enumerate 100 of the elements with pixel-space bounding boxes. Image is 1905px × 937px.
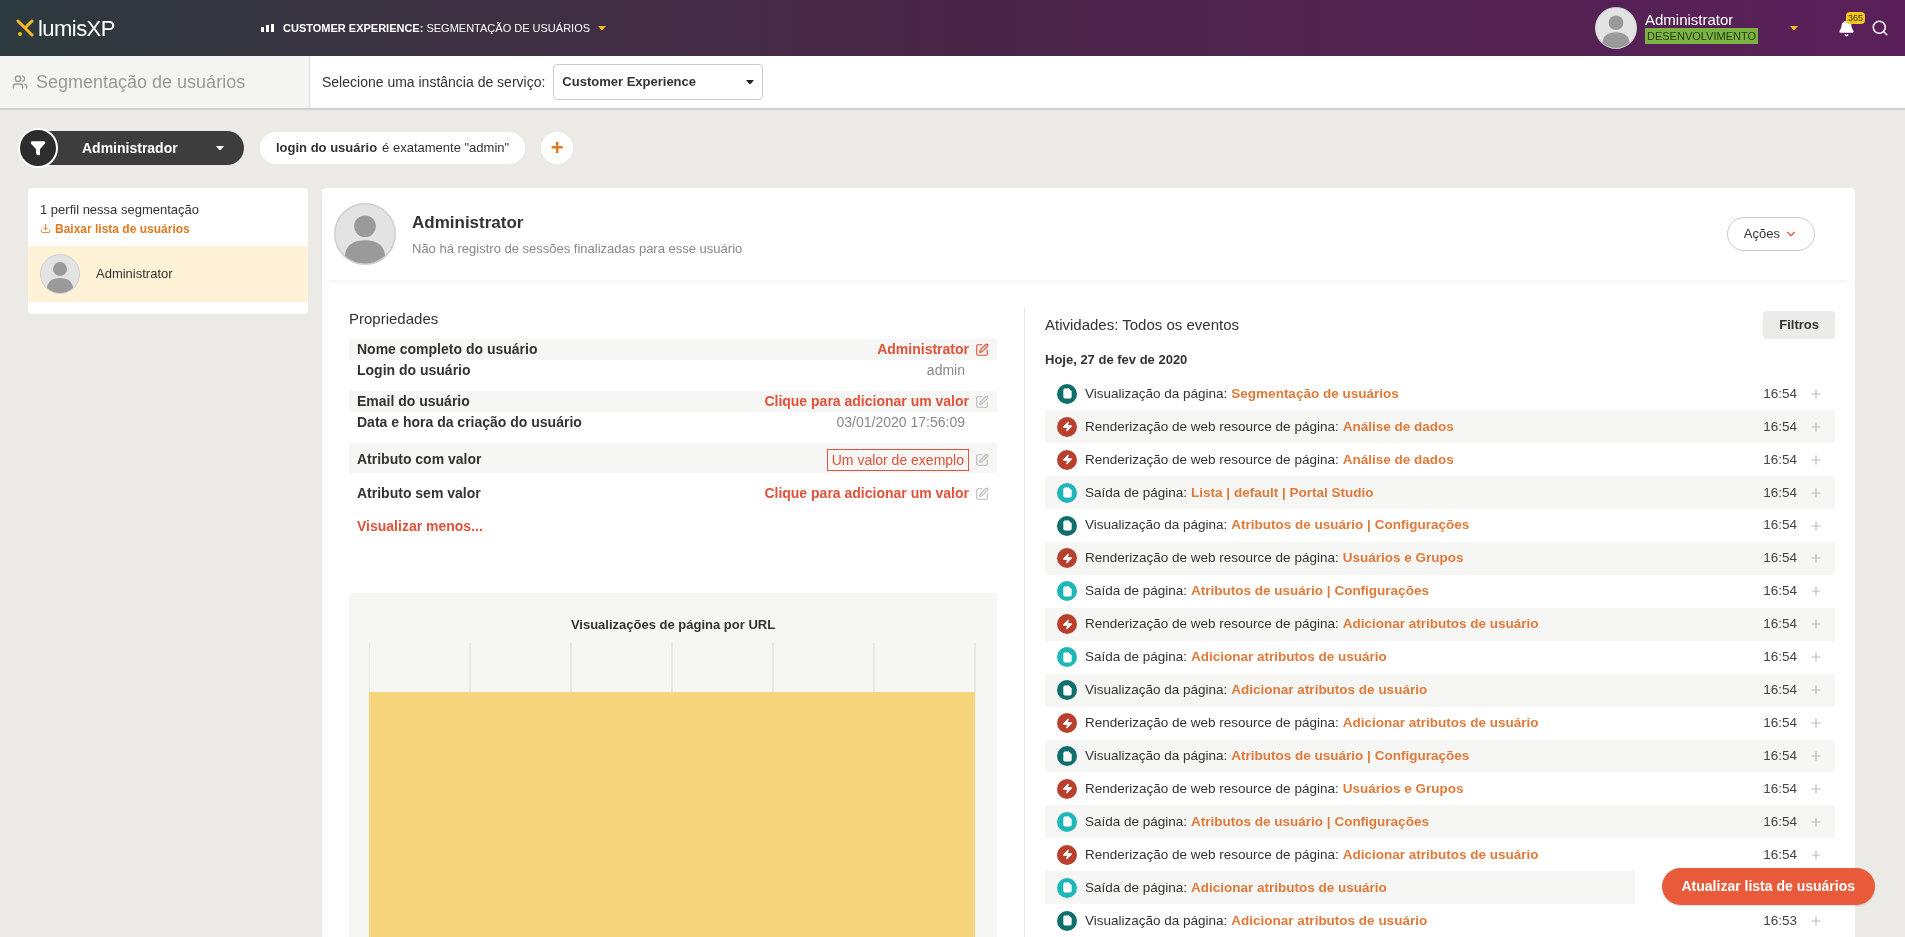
filters-button[interactable]: Filtros	[1763, 310, 1835, 339]
expand-icon[interactable]	[1809, 419, 1823, 434]
activity-time: 16:54	[1763, 713, 1797, 732]
activity-time: 16:54	[1763, 549, 1797, 568]
activity-time: 16:54	[1763, 450, 1797, 469]
expand-icon[interactable]	[1809, 781, 1823, 796]
profile-name: Administrator	[412, 211, 525, 234]
user-avatar	[1595, 7, 1637, 49]
instance-label: Selecione uma instância de serviço:	[322, 72, 546, 92]
expand-icon[interactable]	[1809, 716, 1823, 731]
activity-row[interactable]: Renderização de web resource de página: Análise de dados 16:54	[1045, 410, 1835, 444]
activity-action: Saída de página:	[1085, 483, 1188, 502]
property-value: admin	[926, 361, 966, 381]
activity-time: 16:54	[1763, 779, 1797, 798]
expand-icon[interactable]	[1809, 485, 1823, 500]
expand-icon[interactable]	[1809, 814, 1823, 829]
activity-row[interactable]: Saída de página: Lista | default | Portal Studio 16:54	[1045, 476, 1835, 510]
activity-time: 16:54	[1763, 681, 1797, 700]
activity-row[interactable]: Saída de página: Adicionar atributos de usuário	[1045, 871, 1635, 905]
activity-action: Visualização da página:	[1085, 681, 1228, 700]
add-value-link[interactable]: Clique para adicionar um valor	[764, 391, 969, 413]
activity-action: Renderização de web resource de página:	[1085, 713, 1339, 732]
activity-action: Saída de página:	[1085, 812, 1188, 831]
activity-row[interactable]: Visualização da página: Atributos de usuário | Configurações 16:54	[1045, 739, 1835, 773]
activity-time: 16:54	[1763, 516, 1797, 535]
properties-title: Propriedades	[349, 309, 440, 329]
activity-time: 16:54	[1763, 746, 1797, 765]
notifications-icon[interactable]	[1838, 19, 1855, 37]
page-title: Segmentação de usuários	[36, 70, 246, 94]
user-menu[interactable]: Administrator DESENVOLVIMENTO	[1595, 7, 1798, 49]
activity-row[interactable]: Saída de página: Atributos de usuário | Configurações 16:54	[1045, 805, 1835, 839]
chart-title: Visualizações de página por URL	[570, 616, 776, 635]
expand-icon[interactable]	[1809, 386, 1823, 401]
refresh-users-button[interactable]: Atualizar lista de usuários	[1661, 868, 1875, 905]
expand-icon[interactable]	[1809, 584, 1823, 599]
edit-icon[interactable]	[975, 486, 989, 501]
expand-icon[interactable]	[1809, 749, 1823, 763]
activity-action: Visualização da página:	[1085, 516, 1228, 535]
activity-action: Renderização de web resource de página:	[1085, 450, 1339, 469]
activity-time: 16:54	[1763, 417, 1797, 436]
activity-action: Saída de página:	[1085, 582, 1188, 601]
activity-time: 16:53	[1763, 911, 1797, 930]
activity-time: 16:54	[1763, 845, 1797, 864]
property-value-field[interactable]: Um valor de exemplo	[826, 449, 969, 472]
logo-icon	[16, 19, 34, 37]
user-name: Administrator	[1645, 12, 1734, 28]
activity-action: Renderização de web resource de página:	[1085, 779, 1339, 798]
activity-row[interactable]: Renderização de web resource de página: Usuários e Grupos 16:54	[1045, 542, 1835, 575]
profile-avatar	[334, 203, 396, 265]
property-label: Email do usuário	[357, 392, 470, 412]
expand-icon[interactable]	[1809, 913, 1823, 928]
logo-text: lumisXP	[38, 14, 115, 43]
activity-action: Saída de página:	[1085, 648, 1188, 667]
property-value-link[interactable]: Administrator	[877, 339, 969, 361]
expand-icon[interactable]	[1809, 650, 1823, 665]
download-icon	[40, 223, 51, 234]
activity-time: 16:54	[1763, 615, 1797, 634]
caret-icon	[216, 145, 224, 151]
edit-icon[interactable]	[975, 394, 989, 409]
activity-action: Visualização da página:	[1085, 746, 1228, 765]
activity-action: Saída de página:	[1085, 878, 1188, 897]
activity-time: 16:54	[1763, 648, 1797, 667]
expand-icon[interactable]	[1809, 452, 1823, 467]
context-selector[interactable]: CUSTOMER EXPERIENCE: SEGMENTAÇÃO DE USUÁRIOS	[261, 19, 607, 37]
expand-icon[interactable]	[1809, 518, 1823, 533]
profile-count: 1 perfil nessa segmentação	[40, 201, 200, 219]
expand-icon[interactable]	[1809, 551, 1823, 566]
edit-icon[interactable]	[975, 453, 989, 468]
notification-count: 365	[1846, 11, 1866, 24]
activity-time: 16:54	[1763, 384, 1797, 403]
profile-list-item[interactable]: Administrator	[28, 245, 308, 302]
activity-action: Renderização de web resource de página:	[1085, 549, 1339, 568]
filter-condition[interactable]: login do usuário é exatamente "admin"	[260, 132, 526, 164]
activity-action: Renderização de web resource de página:	[1085, 615, 1339, 634]
activity-time: 16:54	[1763, 582, 1797, 601]
profile-subtitle: Não há registro de sessões finalizadas para esse usuário	[412, 240, 743, 258]
view-less-link[interactable]: Visualizar menos...	[349, 516, 491, 538]
expand-icon[interactable]	[1809, 683, 1823, 698]
edit-icon[interactable]	[975, 342, 989, 357]
activity-action: Visualização da página:	[1085, 384, 1228, 403]
avatar-icon	[40, 253, 80, 294]
search-icon[interactable]	[1871, 19, 1889, 37]
users-icon	[12, 74, 28, 90]
activity-row[interactable]: Renderização de web resource de página: Adicionar atributos de usuário 16:54	[1045, 607, 1835, 641]
caret-icon	[746, 79, 755, 85]
expand-icon[interactable]	[1809, 847, 1823, 862]
filter-icon	[18, 128, 58, 168]
property-label: Data e hora da criação do usuário	[357, 413, 582, 433]
add-value-link[interactable]: Clique para adicionar um valor	[764, 483, 969, 505]
expand-icon[interactable]	[1809, 617, 1823, 632]
caret-icon	[598, 25, 607, 31]
activity-action: Renderização de web resource de página:	[1085, 845, 1339, 864]
activity-row[interactable]: Visualização da página: Adicionar atributos de usuário 16:54	[1045, 673, 1835, 707]
activity-action: Renderização de web resource de página:	[1085, 417, 1339, 436]
property-label: Login do usuário	[357, 361, 471, 381]
environment-badge: DESENVOLVIMENTO	[1645, 28, 1758, 44]
activities-title: Atividades: Todos os eventos	[1045, 314, 1239, 335]
instance-select[interactable]: Customer Experience	[553, 64, 764, 100]
property-label: Nome completo do usuário	[357, 340, 538, 360]
activity-time: 16:54	[1763, 812, 1797, 831]
